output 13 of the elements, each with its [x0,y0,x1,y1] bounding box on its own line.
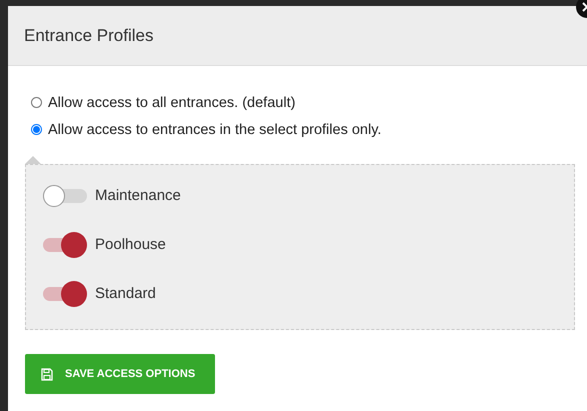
radio-button[interactable] [31,124,42,135]
save-button[interactable]: SAVE ACCESS OPTIONS [25,354,215,394]
toggle-switch[interactable] [43,282,87,304]
profile-name: Maintenance [95,187,181,204]
toggle-switch[interactable] [43,184,87,206]
toggle-switch[interactable] [43,234,87,256]
option-label: Allow access to all entrances. (default) [48,94,296,110]
radio-button[interactable] [31,97,42,108]
save-icon [41,368,53,380]
dialog-title: Entrance Profiles [24,26,154,46]
option-label: Allow access to entrances in the select profiles only. [48,122,382,138]
profile-name: Standard [95,285,156,302]
profile-name: Poolhouse [95,236,166,253]
